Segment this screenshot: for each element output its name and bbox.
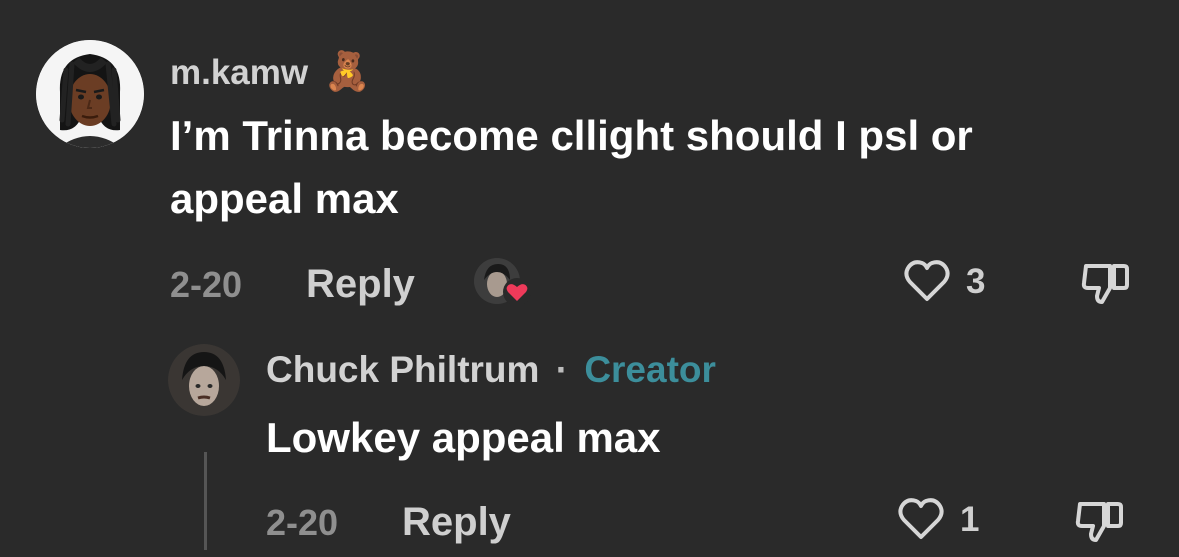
reply-like-button[interactable]: 1: [896, 496, 979, 544]
comment-dislike-button[interactable]: [1080, 258, 1132, 313]
creator-badge: Creator: [584, 349, 716, 390]
comment-date: 2-20: [170, 264, 243, 305]
commenter-username[interactable]: m.kamw 🧸: [170, 50, 371, 94]
comment-like-count: 3: [966, 262, 986, 301]
creator-avatar[interactable]: [168, 344, 240, 416]
reply-username[interactable]: Chuck Philtrum: [266, 349, 539, 390]
heart-outline-icon[interactable]: [902, 257, 952, 308]
thumbs-down-icon[interactable]: [1074, 502, 1126, 550]
thumbs-down-icon[interactable]: [1080, 264, 1132, 312]
comment-text-line2: appeal max: [170, 175, 399, 222]
reply-date: 2-20: [266, 502, 339, 543]
comment-like-button[interactable]: 3: [902, 258, 985, 306]
reply-dislike-button[interactable]: [1074, 496, 1126, 551]
creator-liked-indicator: [474, 256, 534, 310]
reply-text: Lowkey appeal max: [266, 414, 661, 461]
heart-outline-icon[interactable]: [896, 495, 946, 546]
reply-like-count: 1: [960, 500, 980, 539]
username-separator: ·: [555, 349, 569, 390]
comment-text-line1: I’m Trinna become cllight should I psl o…: [170, 112, 973, 159]
comment-body: I’m Trinna become cllight should I psl o…: [170, 104, 1150, 230]
reply-thread-line: [204, 452, 207, 550]
commenter-avatar[interactable]: [36, 40, 144, 148]
reply-reply-button[interactable]: Reply: [402, 500, 511, 545]
comment-reply-button[interactable]: Reply: [306, 262, 415, 307]
commenter-username-text[interactable]: m.kamw: [170, 53, 308, 92]
heart-badge-icon: [502, 278, 532, 311]
reply-username-row: Chuck Philtrum · Creator: [266, 349, 716, 391]
teddy-bear-emoji: 🧸: [323, 51, 372, 93]
